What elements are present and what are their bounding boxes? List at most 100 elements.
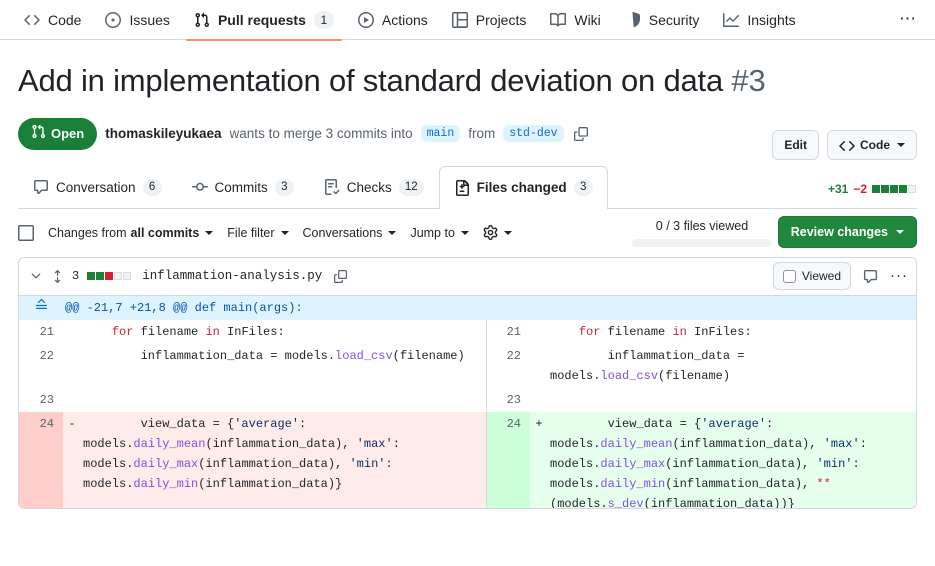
viewed-progress-bar <box>632 238 772 247</box>
file-diff-card: 3 inflammation-analysis.py Viewed ··· @@… <box>18 256 917 509</box>
expand-up-icon[interactable] <box>35 298 48 311</box>
diffstat-additions: +31 <box>827 181 849 196</box>
nav-item-issues[interactable]: Issues <box>97 0 177 40</box>
viewed-progress: 0 / 3 files viewed <box>632 217 772 247</box>
diff-right-marker <box>530 343 548 388</box>
table-icon <box>451 11 468 28</box>
base-branch-chip[interactable]: main <box>420 125 461 143</box>
diff-right-code[interactable]: inflammation_data = models.load_csv(file… <box>548 343 916 388</box>
copy-icon[interactable] <box>334 269 348 283</box>
diffstat-squares <box>872 182 917 196</box>
diff-left-code[interactable] <box>81 387 487 412</box>
head-branch-chip[interactable]: std-dev <box>503 125 564 143</box>
diffstat-square-a <box>872 184 880 193</box>
diffstat-square-n <box>114 272 123 281</box>
diffstat-square-n <box>908 184 916 193</box>
nav-item-label: Insights <box>747 11 796 28</box>
nav-item-label: Security <box>648 11 700 28</box>
tab-counter: 12 <box>398 178 424 196</box>
diff-right-marker <box>530 319 548 344</box>
diff-left-code[interactable]: inflammation_data = models.load_csv(file… <box>81 343 487 388</box>
merge-text: wants to merge 3 commits into <box>229 126 413 142</box>
diffstat-square-d <box>105 272 114 281</box>
code-button[interactable]: Code <box>827 130 917 160</box>
nav-item-wiki[interactable]: Wiki <box>542 0 608 40</box>
more-options-icon[interactable]: ··· <box>890 268 908 283</box>
viewed-label: Viewed <box>801 269 841 284</box>
file-filter-label: File filter <box>227 225 275 240</box>
diff-row: 24- view_data = {'average': models.daily… <box>19 411 916 508</box>
code-icon <box>839 138 855 152</box>
diff-right-code[interactable]: view_data = {'average': models.daily_mea… <box>548 411 916 508</box>
diff-left-marker <box>63 387 81 412</box>
tab-files-changed[interactable]: Files changed 3 <box>438 165 608 209</box>
review-changes-button[interactable]: Review changes <box>777 215 917 248</box>
sidebar-toggle-icon[interactable] <box>18 224 34 241</box>
issue-icon <box>105 11 122 28</box>
file-name[interactable]: inflammation-analysis.py <box>142 269 322 283</box>
chevron-down-icon <box>388 230 397 235</box>
chevron-down-icon <box>205 230 214 235</box>
file-diff-icon <box>454 179 470 196</box>
conversations-dropdown[interactable]: Conversations <box>303 226 397 240</box>
jump-to-dropdown[interactable]: Jump to <box>410 225 469 240</box>
nav-item-label: Issues <box>129 11 170 28</box>
nav-item-code[interactable]: Code <box>16 0 89 40</box>
edit-button[interactable]: Edit <box>772 130 819 160</box>
tab-counter: 6 <box>142 178 162 196</box>
diff-expand-button[interactable] <box>19 295 63 320</box>
nav-item-label: Wiki <box>574 11 601 28</box>
comment-icon[interactable] <box>863 269 878 284</box>
tab-commits[interactable]: Commits 3 <box>177 166 309 208</box>
status-badge-label: Open <box>51 125 85 141</box>
chevron-down-icon <box>280 230 289 235</box>
diffstat-square-a <box>96 272 105 281</box>
changes-from-strong: all commits <box>130 225 200 240</box>
file-filter-dropdown[interactable]: File filter <box>227 225 289 240</box>
diff-table: @@ -21,7 +21,8 @@ def main(args): 21 for … <box>19 295 916 508</box>
nav-item-projects[interactable]: Projects <box>444 0 535 40</box>
diff-left-code[interactable]: for filename in InFiles: <box>81 319 487 344</box>
pr-number: #3 <box>731 63 766 98</box>
chevron-down-icon <box>503 230 512 235</box>
nav-item-label: Code <box>48 11 82 28</box>
chevron-down-icon[interactable] <box>29 269 43 283</box>
status-badge: Open <box>18 117 98 150</box>
diff-right-code[interactable]: for filename in InFiles: <box>548 319 916 344</box>
copy-icon[interactable] <box>573 126 588 141</box>
jump-to-label: Jump to <box>410 225 455 240</box>
nav-overflow-button[interactable]: ⋯ <box>899 10 917 28</box>
file-header-actions: Viewed ··· <box>772 262 908 291</box>
diff-view-toggle-icon[interactable] <box>51 269 64 283</box>
diff-left-marker: - <box>63 411 81 508</box>
viewed-checkbox[interactable]: Viewed <box>772 262 851 291</box>
tab-checks[interactable]: Checks 12 <box>309 166 439 208</box>
pull-request-icon <box>194 12 210 28</box>
tab-counter: 3 <box>573 179 593 197</box>
diff-left-marker <box>63 343 81 388</box>
diffstat-deletions: −2 <box>853 181 867 196</box>
book-icon <box>550 12 567 28</box>
nav-item-counter: 1 <box>313 10 334 29</box>
tab-label: Commits <box>214 179 268 195</box>
tab-conversation[interactable]: Conversation 6 <box>18 166 177 208</box>
diff-left-line-number: 21 <box>19 319 63 344</box>
nav-item-insights[interactable]: Insights <box>715 0 803 40</box>
diff-settings-dropdown[interactable] <box>483 225 512 241</box>
changes-from-dropdown[interactable]: Changes from all commits <box>48 225 214 240</box>
chevron-down-icon <box>460 230 469 235</box>
diff-left-code[interactable]: view_data = {'average': models.daily_mea… <box>81 411 487 508</box>
pull-request-icon <box>31 124 46 144</box>
pr-author[interactable]: thomaskileyukaea <box>105 126 221 141</box>
code-button-label: Code <box>860 138 890 152</box>
diff-body: @@ -21,7 +21,8 @@ def main(args): 21 for … <box>19 295 916 508</box>
diff-right-marker: + <box>530 411 548 508</box>
diff-row: 23 23 <box>19 387 916 412</box>
nav-item-actions[interactable]: Actions <box>350 0 436 40</box>
diff-right-marker <box>530 387 548 412</box>
diff-right-line-number: 23 <box>486 387 530 412</box>
nav-item-pull-requests[interactable]: Pull requests 1 <box>185 0 342 41</box>
diff-right-code[interactable] <box>548 387 916 412</box>
tab-label: Checks <box>346 179 392 195</box>
nav-item-security[interactable]: Security <box>617 0 708 40</box>
